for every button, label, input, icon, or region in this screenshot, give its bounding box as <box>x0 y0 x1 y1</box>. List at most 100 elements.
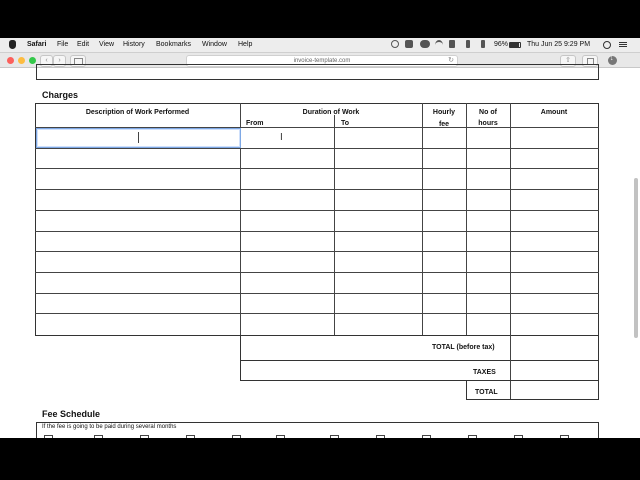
fee-schedule-checkbox[interactable] <box>94 435 103 438</box>
wifi-icon[interactable] <box>435 40 443 50</box>
description-input[interactable] <box>36 190 240 209</box>
to-input[interactable] <box>335 252 422 271</box>
zoom-button[interactable] <box>29 57 36 64</box>
taxes-field[interactable] <box>511 361 598 380</box>
hours-input[interactable] <box>467 169 510 188</box>
fee-schedule-checkbox[interactable] <box>276 435 285 438</box>
description-input-row-1[interactable] <box>36 128 241 148</box>
from-input[interactable] <box>241 273 334 292</box>
amount-input[interactable] <box>511 190 598 209</box>
wifi-status-icon[interactable] <box>481 40 485 48</box>
battery-icon[interactable] <box>509 42 521 48</box>
total-field[interactable] <box>511 381 598 399</box>
amount-input[interactable] <box>511 273 598 292</box>
hourly-fee-input[interactable] <box>423 128 466 147</box>
to-input[interactable] <box>335 232 422 251</box>
hourly-fee-input[interactable] <box>423 294 466 313</box>
scrollbar[interactable] <box>632 68 640 438</box>
hours-input[interactable] <box>467 128 510 147</box>
fee-schedule-checkbox[interactable] <box>560 435 569 438</box>
description-input[interactable] <box>36 232 240 251</box>
amount-input[interactable] <box>511 149 598 168</box>
download-button[interactable]: ↓ <box>608 55 617 65</box>
clock-icon[interactable] <box>391 40 399 48</box>
amount-input[interactable] <box>511 294 598 313</box>
from-input[interactable] <box>241 149 334 168</box>
to-input[interactable] <box>335 211 422 230</box>
bluetooth-icon[interactable] <box>466 40 470 48</box>
volume-icon[interactable] <box>449 40 455 48</box>
menu-bookmarks[interactable]: Bookmarks <box>156 41 191 48</box>
amount-input[interactable] <box>511 169 598 188</box>
minimize-button[interactable] <box>18 57 25 64</box>
to-input[interactable] <box>335 314 422 333</box>
close-button[interactable] <box>7 57 14 64</box>
record-icon[interactable] <box>405 40 413 48</box>
hours-input[interactable] <box>467 232 510 251</box>
scrollbar-thumb[interactable] <box>634 178 638 338</box>
fee-schedule-checkbox[interactable] <box>140 435 149 438</box>
menu-history[interactable]: History <box>123 41 145 48</box>
description-input[interactable] <box>36 314 240 333</box>
fee-schedule-checkbox[interactable] <box>330 435 339 438</box>
hourly-fee-input[interactable] <box>423 211 466 230</box>
menu-edit[interactable]: Edit <box>77 41 89 48</box>
from-input[interactable] <box>241 294 334 313</box>
description-input[interactable] <box>36 149 240 168</box>
menu-app-name[interactable]: Safari <box>27 41 46 48</box>
hourly-fee-input[interactable] <box>423 314 466 333</box>
to-input[interactable] <box>335 128 422 147</box>
from-input[interactable] <box>241 314 334 333</box>
hours-input[interactable] <box>467 211 510 230</box>
description-input[interactable] <box>36 211 240 230</box>
from-input[interactable] <box>241 190 334 209</box>
hours-input[interactable] <box>467 252 510 271</box>
description-input[interactable] <box>36 294 240 313</box>
menu-window[interactable]: Window <box>202 41 227 48</box>
fee-schedule-checkbox[interactable] <box>44 435 53 438</box>
hours-input[interactable] <box>467 314 510 333</box>
amount-input[interactable] <box>511 232 598 251</box>
hours-input[interactable] <box>467 294 510 313</box>
amount-input[interactable] <box>511 252 598 271</box>
amount-input[interactable] <box>511 314 598 333</box>
fee-schedule-checkbox[interactable] <box>232 435 241 438</box>
hourly-fee-input[interactable] <box>423 169 466 188</box>
to-input[interactable] <box>335 294 422 313</box>
from-input[interactable] <box>241 169 334 188</box>
hours-input[interactable] <box>467 273 510 292</box>
menu-clock[interactable]: Thu Jun 25 9:29 PM <box>527 41 590 48</box>
hours-input[interactable] <box>467 190 510 209</box>
amount-input[interactable] <box>511 211 598 230</box>
hourly-fee-input[interactable] <box>423 232 466 251</box>
hourly-fee-input[interactable] <box>423 149 466 168</box>
from-input[interactable] <box>241 128 334 147</box>
description-input[interactable] <box>36 273 240 292</box>
to-input[interactable] <box>335 149 422 168</box>
from-input[interactable] <box>241 232 334 251</box>
fee-schedule-checkbox[interactable] <box>468 435 477 438</box>
apple-icon[interactable] <box>9 40 16 49</box>
description-input[interactable] <box>36 169 240 188</box>
from-input[interactable] <box>241 252 334 271</box>
to-input[interactable] <box>335 169 422 188</box>
hourly-fee-input[interactable] <box>423 252 466 271</box>
hours-input[interactable] <box>467 149 510 168</box>
fee-schedule-checkbox[interactable] <box>376 435 385 438</box>
cloud-icon[interactable] <box>420 40 430 48</box>
menu-view[interactable]: View <box>99 41 114 48</box>
hourly-fee-input[interactable] <box>423 190 466 209</box>
fee-schedule-checkbox[interactable] <box>186 435 195 438</box>
description-input[interactable] <box>36 252 240 271</box>
fee-schedule-checkbox[interactable] <box>422 435 431 438</box>
list-icon[interactable] <box>619 42 627 43</box>
from-input[interactable] <box>241 211 334 230</box>
amount-input[interactable] <box>511 128 598 147</box>
to-input[interactable] <box>335 273 422 292</box>
fee-schedule-checkbox[interactable] <box>514 435 523 438</box>
total-before-tax-field[interactable] <box>511 336 598 360</box>
search-icon[interactable] <box>603 41 611 49</box>
menu-file[interactable]: File <box>57 41 68 48</box>
hourly-fee-input[interactable] <box>423 273 466 292</box>
to-input[interactable] <box>335 190 422 209</box>
